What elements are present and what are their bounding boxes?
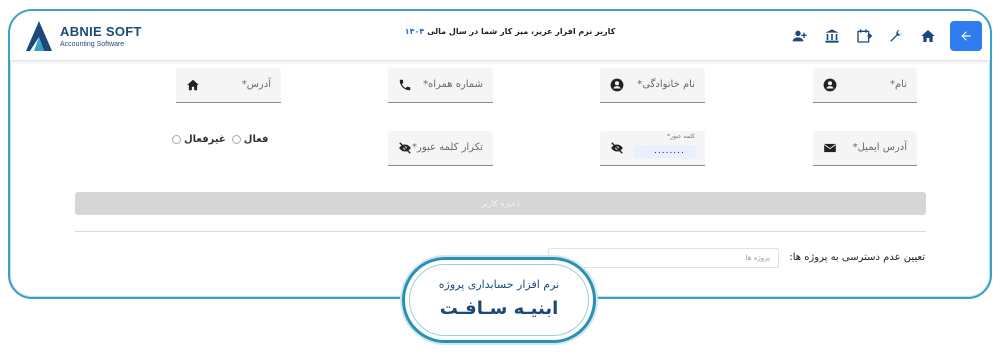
brand-name: ABNIE SOFT: [60, 24, 142, 39]
brand-logo[interactable]: ABNIE SOFT Accounting Software: [24, 19, 144, 55]
account-circle-icon: [823, 78, 837, 92]
confirm-password-field[interactable]: تکرار کلمه عبور*: [388, 131, 493, 166]
badge-line-1: نرم افزار حسابداری پروژه: [438, 278, 560, 291]
mobile-label: شماره همراه*: [422, 79, 483, 90]
project-select[interactable]: پروژه ها: [548, 248, 779, 268]
password-input[interactable]: ........: [634, 145, 696, 158]
password-label: کلمه عبور*: [667, 133, 695, 140]
address-label: آدرس*: [241, 79, 271, 90]
header-toolbar: [784, 20, 982, 52]
email-label: آدرس ایمیل*: [852, 142, 907, 153]
address-field[interactable]: آدرس*: [176, 68, 281, 103]
radio-active-label: فعال: [243, 134, 269, 145]
last-name-label: نام خانوادگی*: [637, 79, 695, 90]
back-button[interactable]: [950, 21, 982, 51]
product-badge: نرم افزار حسابداری پروژه ابنیـه سـافـت: [402, 257, 596, 343]
fiscal-year: ۱۴۰۴: [404, 27, 425, 36]
first-name-label: نام*: [889, 79, 907, 90]
confirm-password-label: تکرار کلمه عبور*: [412, 142, 483, 153]
logo-mark-icon: [26, 21, 52, 51]
home-icon[interactable]: [912, 20, 944, 52]
last-name-field[interactable]: نام خانوادگی*: [600, 68, 705, 103]
arrow-left-icon: [961, 31, 971, 41]
top-bar: ABNIE SOFT Accounting Software کاربر نرم…: [10, 11, 990, 61]
account-circle-icon: [610, 78, 624, 92]
first-name-field[interactable]: نام*: [813, 68, 917, 103]
welcome-text: کاربر نرم افزار عزیز، میز کار شما در سال…: [427, 27, 616, 36]
wrench-icon[interactable]: [880, 20, 912, 52]
badge-line-2: ابنیـه سـافـت: [439, 298, 559, 319]
save-user-button[interactable]: ذخیره کاربر: [75, 192, 926, 215]
calendar-icon[interactable]: [848, 20, 880, 52]
phone-icon: [399, 79, 411, 91]
email-field[interactable]: آدرس ایمیل*: [813, 131, 917, 166]
radio-active[interactable]: فعال: [231, 134, 269, 145]
project-select-placeholder: پروژه ها: [745, 254, 770, 262]
project-access-label: تعیین عدم دسترسی به پروژه ها:: [789, 252, 925, 263]
eye-off-icon[interactable]: [610, 141, 624, 155]
welcome-message: کاربر نرم افزار عزیز، میز کار شما در سال…: [340, 27, 680, 36]
radio-inactive[interactable]: غیرفعال: [172, 134, 226, 145]
mail-icon: [823, 143, 837, 153]
mobile-field[interactable]: شماره همراه*: [388, 68, 493, 103]
add-user-icon[interactable]: [784, 20, 816, 52]
eye-off-icon[interactable]: [398, 141, 412, 155]
bank-icon[interactable]: [816, 20, 848, 52]
status-radio-group: فعال غیرفعال: [172, 134, 268, 145]
radio-active-circle[interactable]: [231, 135, 241, 144]
home-icon: [187, 79, 199, 91]
section-divider: [75, 231, 926, 232]
password-field[interactable]: کلمه عبور* ........: [600, 131, 705, 166]
radio-inactive-circle[interactable]: [172, 135, 181, 144]
radio-inactive-label: غیرفعال: [184, 134, 226, 145]
brand-tagline: Accounting Software: [60, 41, 125, 48]
